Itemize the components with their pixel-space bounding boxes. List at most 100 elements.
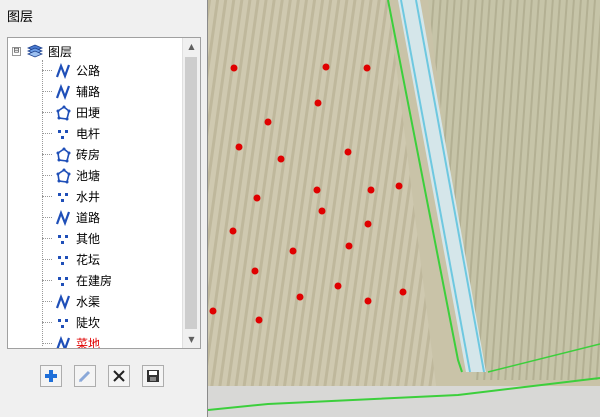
- layer-label: 水渠: [76, 295, 101, 309]
- points-icon: [58, 129, 68, 139]
- layer-item[interactable]: 电杆: [42, 123, 100, 144]
- tree-connector: [42, 322, 52, 323]
- layer-label: 公路: [76, 64, 101, 78]
- point-marker[interactable]: [345, 242, 353, 250]
- tree-connector: [42, 238, 52, 239]
- polygon-icon: [56, 168, 71, 183]
- point-marker[interactable]: [229, 227, 237, 235]
- point-marker[interactable]: [395, 182, 403, 190]
- scroll-up-button[interactable]: ▲: [183, 38, 200, 55]
- polyline-icon: [55, 62, 71, 79]
- point-marker[interactable]: [209, 307, 217, 315]
- point-marker[interactable]: [318, 207, 326, 215]
- point-marker[interactable]: [364, 297, 372, 305]
- points-icon: [58, 234, 68, 244]
- point-marker[interactable]: [235, 143, 243, 151]
- polyline-icon: [55, 209, 71, 226]
- points-icon: [58, 192, 68, 202]
- layer-label: 电杆: [76, 127, 101, 141]
- layer-label: 水井: [76, 190, 101, 204]
- root-label: 图层: [48, 44, 73, 59]
- scroll-thumb[interactable]: [185, 57, 197, 329]
- tree-scrollbar[interactable]: ▲ ▼: [182, 38, 200, 348]
- polyline-icon: [55, 83, 71, 100]
- polyline-icon: [56, 335, 71, 348]
- tree-connector: [42, 301, 52, 302]
- aerial-map[interactable]: [208, 0, 600, 417]
- tree-connector: [42, 91, 52, 92]
- layer-item[interactable]: 陡坎: [42, 312, 100, 333]
- point-marker[interactable]: [253, 194, 261, 202]
- layer-item[interactable]: 砖房: [42, 144, 100, 165]
- layer-item[interactable]: 池塘: [42, 165, 100, 186]
- tree-connector: [42, 259, 52, 260]
- collapse-toggle[interactable]: ⊟: [12, 46, 21, 56]
- pencil-icon: [78, 370, 91, 383]
- layer-item[interactable]: 花坛: [42, 249, 100, 270]
- tree-connector: [42, 175, 52, 176]
- layers-stack-icon: [26, 44, 44, 58]
- scroll-down-button[interactable]: ▼: [183, 331, 200, 348]
- layer-item[interactable]: 公路: [42, 60, 100, 81]
- tree-connector: [42, 280, 52, 281]
- point-marker[interactable]: [289, 247, 297, 255]
- polygon-icon: [56, 105, 71, 120]
- point-marker[interactable]: [399, 288, 407, 296]
- layer-label: 田埂: [76, 106, 101, 120]
- point-marker[interactable]: [367, 186, 375, 194]
- point-marker[interactable]: [313, 186, 321, 194]
- tree-connector: [42, 154, 52, 155]
- tree-connector: [42, 196, 52, 197]
- layer-item[interactable]: 辅路: [42, 81, 100, 102]
- save-layer-button[interactable]: [142, 365, 164, 387]
- polygon-icon: [56, 147, 71, 162]
- layer-item[interactable]: 在建房: [42, 270, 112, 291]
- add-layer-button[interactable]: [40, 365, 62, 387]
- layer-label: 陡坎: [76, 316, 101, 330]
- tree-connector: [42, 343, 52, 344]
- point-marker[interactable]: [251, 267, 259, 275]
- point-marker[interactable]: [255, 316, 263, 324]
- layer-item[interactable]: 田埂: [42, 102, 100, 123]
- tree-connector: [42, 217, 52, 218]
- floppy-icon: [147, 370, 159, 382]
- layer-item[interactable]: 水渠: [42, 291, 100, 312]
- layer-tree[interactable]: ⊟ 图层 公路辅路田埂电杆砖房池塘水井道路其他花坛在建房水渠陡坎菜地 ▲ ▼: [7, 37, 201, 349]
- point-marker[interactable]: [296, 293, 304, 301]
- point-marker[interactable]: [314, 99, 322, 107]
- polyline-icon: [55, 293, 71, 310]
- tree-root[interactable]: ⊟ 图层: [12, 42, 72, 60]
- layer-label: 砖房: [76, 148, 101, 162]
- layer-label: 菜地: [76, 337, 101, 349]
- layer-label: 其他: [76, 232, 101, 246]
- point-marker[interactable]: [277, 155, 285, 163]
- points-icon: [58, 276, 68, 286]
- layer-panel: 图层 ⊟ 图层 公路辅路田埂电杆砖房池塘水井道路其他花坛在建房水渠陡坎菜地 ▲ …: [0, 0, 208, 417]
- tree-connector: [42, 133, 52, 134]
- point-marker[interactable]: [264, 118, 272, 126]
- delete-layer-button[interactable]: [108, 365, 130, 387]
- layer-item[interactable]: 菜地: [42, 333, 101, 349]
- layer-label: 池塘: [76, 169, 101, 183]
- layer-item[interactable]: 水井: [42, 186, 100, 207]
- point-marker[interactable]: [322, 63, 330, 71]
- layer-item[interactable]: 其他: [42, 228, 100, 249]
- layer-item[interactable]: 道路: [42, 207, 100, 228]
- road: [208, 386, 600, 417]
- panel-title: 图层: [7, 10, 34, 25]
- layer-label: 道路: [76, 211, 101, 225]
- point-marker[interactable]: [363, 64, 371, 72]
- point-marker[interactable]: [364, 220, 372, 228]
- edit-layer-button[interactable]: [74, 365, 96, 387]
- plus-icon: [45, 370, 57, 382]
- point-marker[interactable]: [344, 148, 352, 156]
- layer-label: 辅路: [76, 85, 101, 99]
- x-icon: [113, 370, 125, 382]
- points-icon: [58, 318, 68, 328]
- tree-connector: [42, 112, 52, 113]
- layer-label: 在建房: [76, 274, 113, 288]
- point-marker[interactable]: [230, 64, 238, 72]
- layer-toolbar: [40, 365, 176, 387]
- layer-label: 花坛: [76, 253, 101, 267]
- point-marker[interactable]: [334, 282, 342, 290]
